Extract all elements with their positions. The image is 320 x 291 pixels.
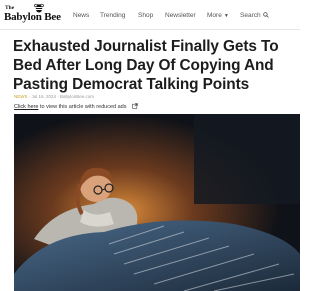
nav-shop[interactable]: Shop <box>138 12 153 19</box>
nav-search[interactable]: Search <box>240 12 269 19</box>
reduced-ads-link[interactable]: Click here <box>14 104 38 110</box>
nav-trending[interactable]: Trending <box>100 12 125 19</box>
logo-name: Babylon Bee <box>4 11 61 23</box>
byline-category[interactable]: NEWS <box>14 94 28 99</box>
site-logo[interactable]: The Babylon Bee <box>4 3 62 27</box>
article-byline: NEWS · Jul 16, 2024 · BabylonBee.com <box>14 94 94 99</box>
hero-illustration <box>14 114 300 291</box>
external-link-icon[interactable] <box>131 103 138 109</box>
reduced-ads-text: to view this article with reduced ads <box>38 104 127 110</box>
nav-more[interactable]: More ▼ <box>207 12 229 19</box>
nav-more-label: More <box>207 12 222 19</box>
nav-newsletter[interactable]: Newsletter <box>165 12 196 19</box>
byline-meta: · Jul 16, 2024 · BabylonBee.com <box>27 94 95 99</box>
chevron-down-icon: ▼ <box>223 13 229 19</box>
top-navigation: The Babylon Bee News Trending Shop Newsl… <box>0 0 300 30</box>
article-headline: Exhausted Journalist Finally Gets To Bed… <box>13 38 279 93</box>
reduced-ads-notice: Click here to view this article with red… <box>14 103 138 110</box>
nav-news[interactable]: News <box>73 12 89 19</box>
search-icon <box>262 12 269 19</box>
nav-search-label: Search <box>240 12 261 19</box>
hero-image <box>14 114 300 291</box>
